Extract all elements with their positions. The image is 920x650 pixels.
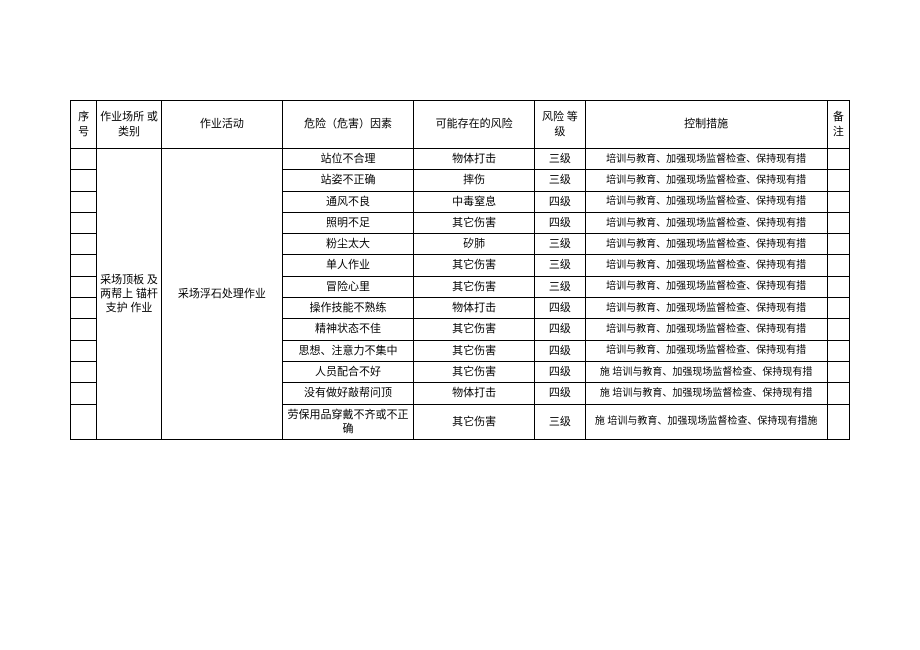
cell-level: 三级 xyxy=(535,149,585,170)
cell-hazard: 冒险心里 xyxy=(282,276,413,297)
cell-level: 三级 xyxy=(535,276,585,297)
cell-seq xyxy=(71,170,97,191)
cell-remark xyxy=(827,149,849,170)
cell-hazard: 精神状态不佳 xyxy=(282,319,413,340)
header-level: 风险 等级 xyxy=(535,101,585,149)
cell-measure: 施 培训与教育、加强现场监督检查、保持现有措施 xyxy=(585,404,827,440)
cell-remark xyxy=(827,404,849,440)
cell-hazard: 站位不合理 xyxy=(282,149,413,170)
cell-hazard: 单人作业 xyxy=(282,255,413,276)
cell-remark xyxy=(827,255,849,276)
cell-level: 四级 xyxy=(535,340,585,361)
cell-place: 采场顶板 及两帮上 锚杆支护 作业 xyxy=(97,149,162,440)
cell-seq xyxy=(71,340,97,361)
cell-hazard: 思想、注意力不集中 xyxy=(282,340,413,361)
cell-measure: 培训与教育、加强现场监督检查、保持现有措 xyxy=(585,170,827,191)
table-body: 采场顶板 及两帮上 锚杆支护 作业采场浮石处理作业站位不合理物体打击三级培训与教… xyxy=(71,149,850,440)
cell-seq xyxy=(71,383,97,404)
cell-measure: 培训与教育、加强现场监督检查、保持现有措 xyxy=(585,340,827,361)
cell-seq xyxy=(71,234,97,255)
cell-risk: 其它伤害 xyxy=(414,319,535,340)
cell-hazard: 粉尘太大 xyxy=(282,234,413,255)
cell-measure: 施 培训与教育、加强现场监督检查、保持现有措 xyxy=(585,383,827,404)
cell-risk: 摔伤 xyxy=(414,170,535,191)
cell-hazard: 操作技能不熟练 xyxy=(282,298,413,319)
cell-risk: 其它伤害 xyxy=(414,212,535,233)
cell-remark xyxy=(827,276,849,297)
header-risk: 可能存在的风险 xyxy=(414,101,535,149)
cell-risk: 矽肺 xyxy=(414,234,535,255)
cell-level: 三级 xyxy=(535,234,585,255)
cell-remark xyxy=(827,361,849,382)
cell-level: 三级 xyxy=(535,170,585,191)
cell-measure: 施 培训与教育、加强现场监督检查、保持现有措 xyxy=(585,361,827,382)
cell-hazard: 没有做好敲帮问顶 xyxy=(282,383,413,404)
cell-remark xyxy=(827,298,849,319)
cell-risk: 中毒窒息 xyxy=(414,191,535,212)
cell-seq xyxy=(71,212,97,233)
cell-measure: 培训与教育、加强现场监督检查、保持现有措 xyxy=(585,319,827,340)
cell-level: 四级 xyxy=(535,191,585,212)
cell-level: 三级 xyxy=(535,255,585,276)
cell-hazard: 人员配合不好 xyxy=(282,361,413,382)
cell-risk: 其它伤害 xyxy=(414,276,535,297)
cell-risk: 物体打击 xyxy=(414,383,535,404)
cell-hazard: 站姿不正确 xyxy=(282,170,413,191)
cell-hazard: 劳保用品穿戴不齐或不正确 xyxy=(282,404,413,440)
cell-measure: 培训与教育、加强现场监督检查、保持现有措 xyxy=(585,149,827,170)
cell-level: 四级 xyxy=(535,319,585,340)
header-place: 作业场所 或类别 xyxy=(97,101,162,149)
cell-seq xyxy=(71,298,97,319)
cell-measure: 培训与教育、加强现场监督检查、保持现有措 xyxy=(585,191,827,212)
cell-risk: 其它伤害 xyxy=(414,255,535,276)
cell-remark xyxy=(827,340,849,361)
header-remark: 备注 xyxy=(827,101,849,149)
cell-remark xyxy=(827,191,849,212)
cell-hazard: 通风不良 xyxy=(282,191,413,212)
cell-level: 四级 xyxy=(535,383,585,404)
header-hazard: 危险（危害）因素 xyxy=(282,101,413,149)
cell-risk: 其它伤害 xyxy=(414,340,535,361)
cell-remark xyxy=(827,212,849,233)
header-seq: 序 号 xyxy=(71,101,97,149)
cell-remark xyxy=(827,319,849,340)
cell-remark xyxy=(827,170,849,191)
cell-measure: 培训与教育、加强现场监督检查、保持现有措 xyxy=(585,276,827,297)
cell-activity: 采场浮石处理作业 xyxy=(161,149,282,440)
cell-level: 四级 xyxy=(535,361,585,382)
table-row: 采场顶板 及两帮上 锚杆支护 作业采场浮石处理作业站位不合理物体打击三级培训与教… xyxy=(71,149,850,170)
cell-risk: 其它伤害 xyxy=(414,361,535,382)
cell-measure: 培训与教育、加强现场监督检查、保持现有措 xyxy=(585,212,827,233)
table-header-row: 序 号 作业场所 或类别 作业活动 危险（危害）因素 可能存在的风险 风险 等级… xyxy=(71,101,850,149)
cell-measure: 培训与教育、加强现场监督检查、保持现有措 xyxy=(585,298,827,319)
cell-level: 三级 xyxy=(535,404,585,440)
cell-seq xyxy=(71,191,97,212)
header-activity: 作业活动 xyxy=(161,101,282,149)
header-measure: 控制措施 xyxy=(585,101,827,149)
cell-risk: 物体打击 xyxy=(414,298,535,319)
cell-risk: 其它伤害 xyxy=(414,404,535,440)
cell-remark xyxy=(827,234,849,255)
cell-level: 四级 xyxy=(535,212,585,233)
cell-seq xyxy=(71,361,97,382)
cell-level: 四级 xyxy=(535,298,585,319)
cell-seq xyxy=(71,404,97,440)
cell-seq xyxy=(71,319,97,340)
cell-seq xyxy=(71,149,97,170)
cell-remark xyxy=(827,383,849,404)
cell-measure: 培训与教育、加强现场监督检查、保持现有措 xyxy=(585,255,827,276)
cell-measure: 培训与教育、加强现场监督检查、保持现有措 xyxy=(585,234,827,255)
cell-risk: 物体打击 xyxy=(414,149,535,170)
cell-seq xyxy=(71,255,97,276)
cell-hazard: 照明不足 xyxy=(282,212,413,233)
risk-assessment-table: 序 号 作业场所 或类别 作业活动 危险（危害）因素 可能存在的风险 风险 等级… xyxy=(70,100,850,440)
cell-seq xyxy=(71,276,97,297)
